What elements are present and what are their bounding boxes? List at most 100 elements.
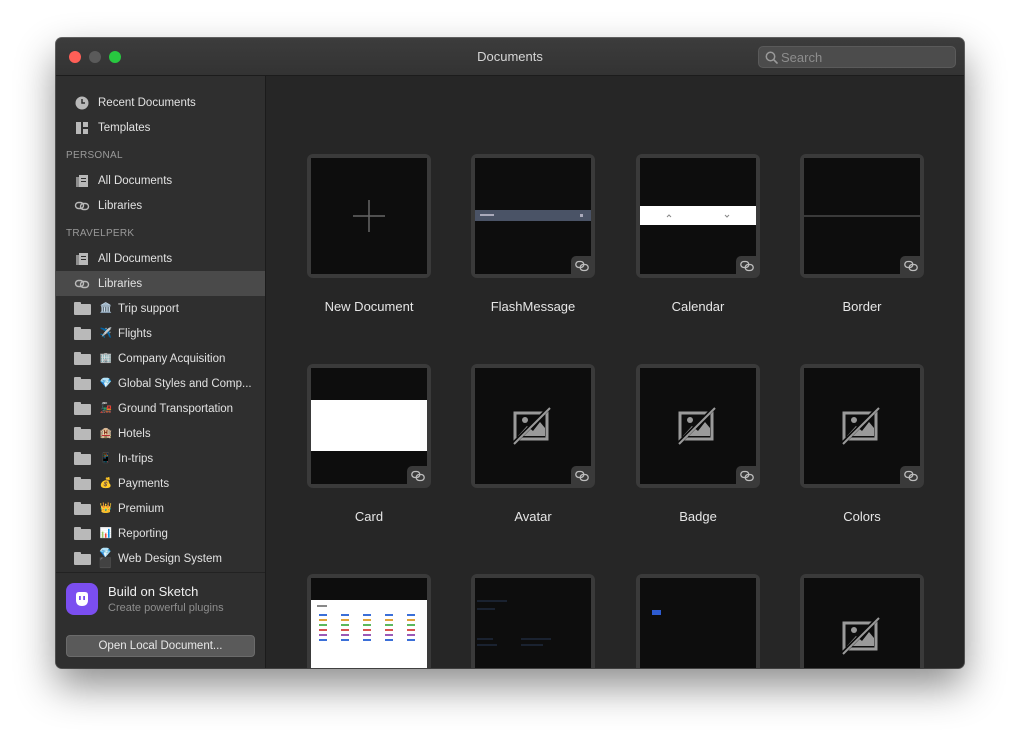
sidebar-item-label: Company Acquisition: [118, 352, 226, 365]
document-label[interactable]: Colors: [782, 509, 942, 524]
document-label[interactable]: Avatar: [453, 509, 613, 524]
folder-emoji-icon: 🚂: [99, 402, 113, 414]
sidebar-item[interactable]: 🏛️ Trip support: [56, 296, 265, 321]
sidebar-item-label: Payments: [118, 477, 170, 490]
promo-subtitle: Create powerful plugins: [108, 602, 224, 614]
sidebar-item[interactable]: 💰 Payments: [56, 471, 265, 496]
folder-emoji-icon: 🏨: [99, 427, 113, 439]
folder-emoji-icon: 📊: [99, 527, 113, 539]
thumbnail-preview: [311, 578, 427, 668]
folder-emoji-icon: 📱: [99, 452, 113, 464]
folder-icon: [74, 302, 91, 315]
folder-emoji-icon: 🏛️: [99, 302, 113, 314]
sidebar-item[interactable]: Recent Documents: [56, 90, 265, 115]
sidebar-item[interactable]: 📊 Reporting: [56, 521, 265, 546]
thumbnail-preview: [311, 158, 427, 274]
folder-icon: [74, 552, 91, 565]
document-label[interactable]: New Document: [289, 299, 449, 314]
sidebar-item[interactable]: Templates: [56, 115, 265, 140]
link-icon: [74, 276, 90, 292]
document-thumbnail[interactable]: [800, 154, 924, 278]
library-link-icon: [571, 256, 593, 276]
sidebar-item[interactable]: 📱 In-trips: [56, 446, 265, 471]
document-label[interactable]: Badge: [618, 509, 778, 524]
thumbnail-preview: [804, 578, 920, 668]
library-link-icon: [407, 466, 429, 486]
document-thumbnail[interactable]: [471, 574, 595, 668]
document-thumbnail[interactable]: [471, 364, 595, 488]
promo-panel: Build on Sketch Create powerful plugins …: [56, 572, 265, 668]
document-grid: New Document FlashMessage Calendar Border Ca…: [266, 76, 964, 668]
sidebar-item[interactable]: 💎 ⬛ Web Design System: [56, 546, 265, 571]
title-bar: Documents: [56, 38, 964, 76]
sidebar-item-label: Premium: [118, 502, 165, 515]
sidebar-item-label: Reporting: [118, 527, 168, 540]
document-label[interactable]: Calendar: [618, 299, 778, 314]
sidebar-item-label: Libraries: [98, 199, 143, 212]
sidebar-item-label: All Documents: [98, 174, 173, 187]
sidebar-item-label: Trip support: [118, 302, 179, 315]
sidebar-item[interactable]: 🏢 Company Acquisition: [56, 346, 265, 371]
sidebar-item[interactable]: 👑 Premium: [56, 496, 265, 521]
sidebar-item[interactable]: ✈️ Flights: [56, 321, 265, 346]
document-thumbnail[interactable]: [636, 154, 760, 278]
folder-icon: [74, 402, 91, 415]
sidebar-item-label: Hotels: [118, 427, 151, 440]
sidebar: Recent Documents Templates PERSONAL All Doc…: [56, 76, 266, 668]
sidebar-item[interactable]: 💎 Global Styles and Comp...: [56, 371, 265, 396]
sidebar-item-label: Recent Documents: [98, 96, 196, 109]
library-link-icon: [736, 256, 758, 276]
folder-icon: [74, 352, 91, 365]
document-thumbnail[interactable]: [307, 364, 431, 488]
thumbnail-preview: [640, 578, 756, 668]
document-thumbnail[interactable]: [471, 154, 595, 278]
sidebar-section-heading: TRAVELPERK: [66, 228, 135, 239]
sidebar-item-label: Templates: [98, 121, 151, 134]
folder-emoji-icon: 👑: [99, 502, 113, 514]
sidebar-item[interactable]: All Documents: [56, 246, 265, 271]
document-label[interactable]: FlashMessage: [453, 299, 613, 314]
folder-icon: [74, 452, 91, 465]
documents-icon: [74, 173, 90, 189]
document-thumbnail[interactable]: [307, 574, 431, 668]
sidebar-item[interactable]: 🏨 Hotels: [56, 421, 265, 446]
sidebar-item-label: In-trips: [118, 452, 154, 465]
library-link-icon: [736, 466, 758, 486]
sidebar-item[interactable]: Libraries: [56, 193, 265, 218]
sidebar-item-label: Web Design System: [118, 552, 222, 565]
document-label[interactable]: Border: [782, 299, 942, 314]
document-thumbnail[interactable]: [636, 574, 760, 668]
search-input[interactable]: [781, 49, 951, 65]
folder-icon: [74, 477, 91, 490]
sidebar-item-label: Ground Transportation: [118, 402, 234, 415]
document-thumbnail[interactable]: [800, 364, 924, 488]
templates-icon: [74, 120, 90, 136]
library-link-icon: [900, 256, 922, 276]
promo-title[interactable]: Build on Sketch: [108, 584, 198, 599]
sidebar-item-label: Global Styles and Comp...: [118, 377, 252, 390]
folder-icon: [74, 377, 91, 390]
sidebar-item[interactable]: All Documents: [56, 168, 265, 193]
document-label[interactable]: Card: [289, 509, 449, 524]
clock-icon: [74, 95, 90, 111]
sidebar-item[interactable]: Libraries: [56, 271, 265, 296]
document-thumbnail[interactable]: [800, 574, 924, 668]
folder-icon: [74, 327, 91, 340]
documents-window: Documents Recent Documents Templates PERSO…: [56, 38, 964, 668]
folder-emoji-icon: 🏢: [99, 352, 113, 364]
folder-emoji-icon: ✈️: [99, 327, 113, 339]
document-thumbnail[interactable]: [636, 364, 760, 488]
search-icon: [765, 51, 778, 64]
sidebar-section-heading: PERSONAL: [66, 150, 123, 161]
sidebar-item[interactable]: 🚂 Ground Transportation: [56, 396, 265, 421]
folder-icon: [74, 527, 91, 540]
sidebar-item-label: All Documents: [98, 252, 173, 265]
new-document-tile[interactable]: [307, 154, 431, 278]
sidebar-item-label: Libraries: [98, 277, 143, 290]
search-field[interactable]: [758, 46, 956, 68]
documents-icon: [74, 251, 90, 267]
open-local-document-button[interactable]: Open Local Document...: [66, 635, 255, 657]
folder-emoji-icon: 💎 ⬛: [99, 547, 112, 569]
plugin-logo-icon[interactable]: [66, 583, 98, 615]
folder-icon: [74, 502, 91, 515]
